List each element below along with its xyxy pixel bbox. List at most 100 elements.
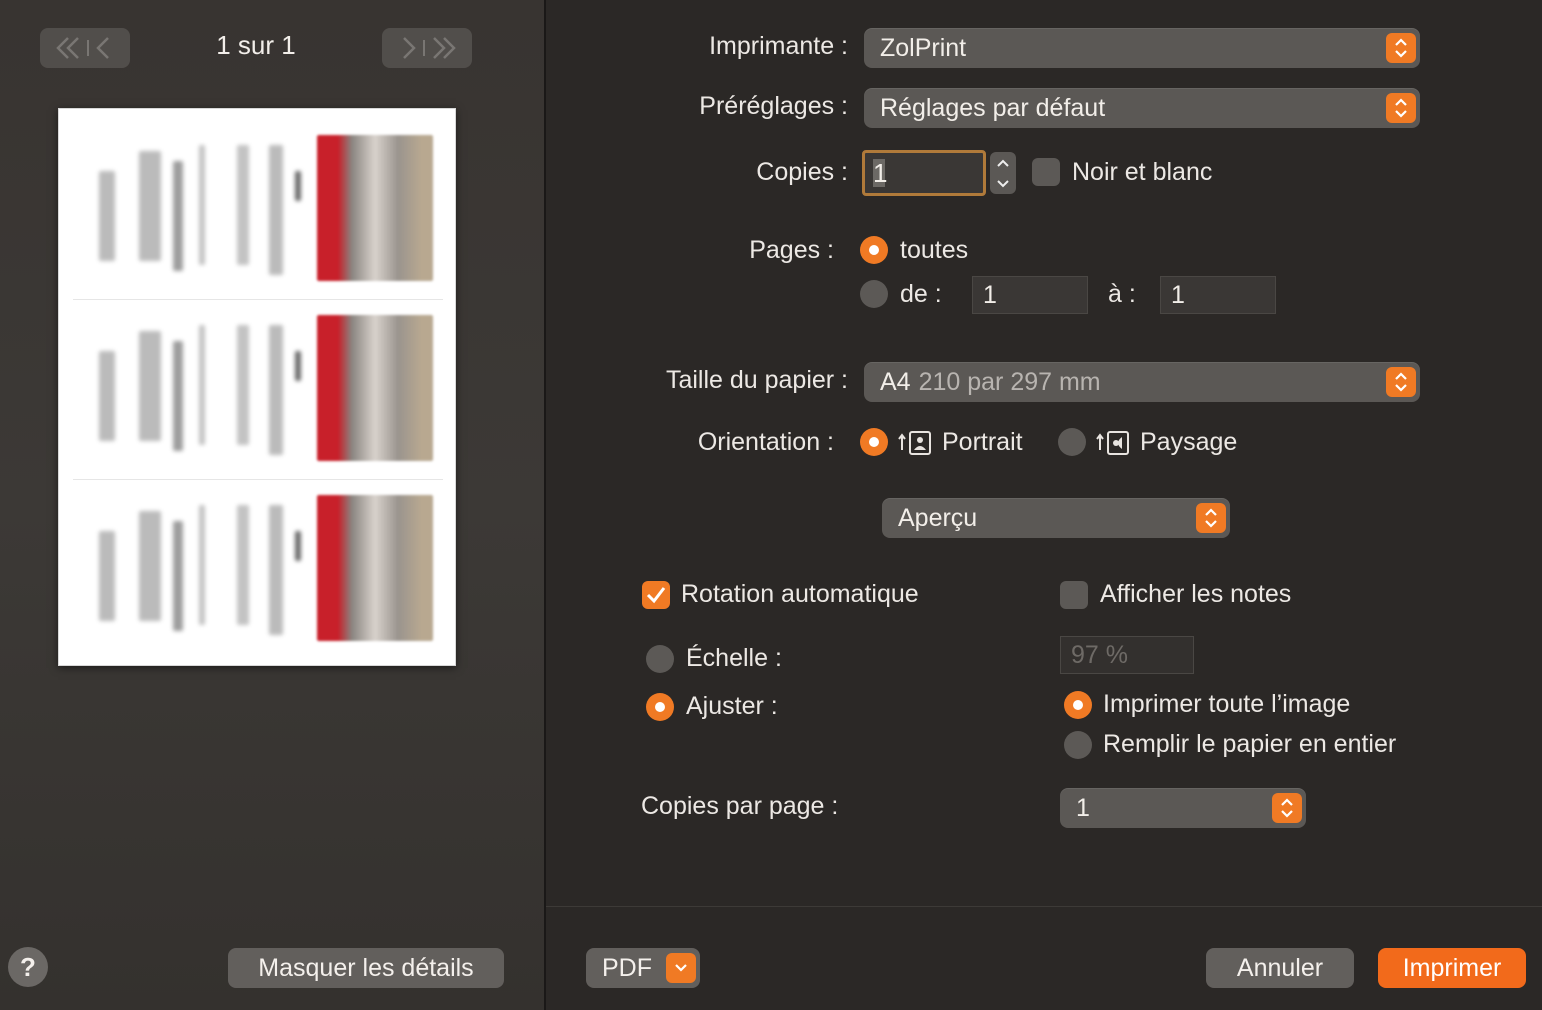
print-button[interactable]: Imprimer xyxy=(1378,948,1526,988)
show-notes-label: Afficher les notes xyxy=(1100,580,1292,608)
presets-popup[interactable]: Réglages par défaut xyxy=(864,88,1420,128)
card-title-block xyxy=(295,351,301,381)
orientation-label: Orientation : xyxy=(697,428,834,456)
thank-you-card xyxy=(59,481,455,661)
next-last-chevrons-icon xyxy=(403,37,456,59)
orientation-portrait-radio[interactable] xyxy=(860,428,888,456)
portrait-orientation-icon xyxy=(898,431,931,455)
card-text-block xyxy=(99,351,115,441)
app-section-popup[interactable]: Aperçu xyxy=(882,498,1230,538)
card-text-block xyxy=(199,505,205,625)
card-text-block xyxy=(269,145,283,275)
copies-field[interactable]: 1 xyxy=(862,150,986,196)
copies-per-page-value: 1 xyxy=(1076,793,1090,822)
pages-all-radio[interactable] xyxy=(860,236,888,264)
up-down-arrows-icon xyxy=(1386,367,1416,397)
card-title-block xyxy=(295,531,301,561)
printer-popup[interactable]: ZolPrint xyxy=(864,28,1420,68)
preview-pane: 1 sur 1 ? Masquer les détails xyxy=(0,0,544,1010)
copies-per-page-popup[interactable]: 1 xyxy=(1060,788,1306,828)
scale-radio[interactable] xyxy=(646,645,674,673)
black-white-checkbox[interactable] xyxy=(1032,158,1060,186)
card-text-block xyxy=(99,531,115,621)
pages-to-field[interactable]: 1 xyxy=(1160,276,1276,314)
app-section-value: Aperçu xyxy=(898,503,978,532)
orientation-portrait-label: Portrait xyxy=(942,428,1023,456)
portrait-photo xyxy=(317,495,433,641)
presets-value: Réglages par défaut xyxy=(880,93,1106,122)
pages-all-label: toutes xyxy=(900,236,969,264)
cancel-button[interactable]: Annuler xyxy=(1206,948,1354,988)
hide-details-button[interactable]: Masquer les détails xyxy=(228,948,504,988)
landscape-orientation-icon xyxy=(1096,431,1129,455)
pages-from-label: de : xyxy=(900,280,942,308)
chevron-down-icon xyxy=(666,953,696,983)
previous-page-buttons[interactable] xyxy=(40,28,130,68)
pdf-label: PDF xyxy=(602,953,652,982)
print-entire-image-label: Imprimer toute l’image xyxy=(1103,690,1351,718)
chevron-down-icon[interactable] xyxy=(996,179,1010,189)
fill-paper-label: Remplir le papier en entier xyxy=(1103,730,1397,758)
paper-size-detail: 210 par 297 mm xyxy=(918,367,1101,396)
black-white-label: Noir et blanc xyxy=(1072,158,1213,186)
fill-paper-radio[interactable] xyxy=(1064,731,1092,759)
printer-label: Imprimante : xyxy=(709,32,848,60)
scale-field[interactable]: 97 % xyxy=(1060,636,1194,674)
pages-from-field[interactable]: 1 xyxy=(972,276,1088,314)
show-notes-checkbox[interactable] xyxy=(1060,581,1088,609)
card-text-block xyxy=(269,505,283,635)
scale-label: Échelle : xyxy=(686,644,782,672)
checkmark-icon xyxy=(646,587,666,604)
card-text-block xyxy=(139,511,161,621)
card-name-block xyxy=(173,341,183,451)
pages-range-radio[interactable] xyxy=(860,280,888,308)
help-button[interactable]: ? xyxy=(8,947,48,987)
card-title-block xyxy=(295,171,301,201)
paper-size-popup[interactable]: A4 210 par 297 mm xyxy=(864,362,1420,402)
portrait-photo xyxy=(317,315,433,461)
thank-you-card xyxy=(59,121,455,301)
copies-per-page-label: Copies par page : xyxy=(641,792,839,820)
card-separator xyxy=(73,479,443,480)
thank-you-card xyxy=(59,301,455,481)
copies-label: Copies : xyxy=(756,158,848,186)
orientation-landscape-label: Paysage xyxy=(1140,428,1238,456)
orientation-landscape-radio[interactable] xyxy=(1058,428,1086,456)
pdf-menu-button[interactable]: PDF xyxy=(586,948,700,988)
card-text-block xyxy=(237,505,249,625)
copies-value: 1 xyxy=(873,157,888,188)
printer-value: ZolPrint xyxy=(880,33,967,62)
card-text-block xyxy=(199,145,205,265)
up-down-arrows-icon xyxy=(1386,93,1416,123)
card-text-block xyxy=(99,171,115,261)
copies-stepper[interactable] xyxy=(990,152,1016,194)
card-separator xyxy=(73,299,443,300)
auto-rotate-checkbox[interactable] xyxy=(642,581,670,609)
up-down-arrows-icon xyxy=(1272,793,1302,823)
card-text-block xyxy=(139,151,161,261)
up-down-arrows-icon xyxy=(1196,503,1226,533)
fit-radio[interactable] xyxy=(646,693,674,721)
card-text-block xyxy=(237,145,249,265)
card-text-block xyxy=(199,325,205,445)
page-counter: 1 sur 1 xyxy=(216,30,296,60)
card-text-block xyxy=(269,325,283,455)
card-name-block xyxy=(173,161,183,271)
auto-rotate-label: Rotation automatique xyxy=(681,580,919,608)
chevron-up-icon[interactable] xyxy=(996,158,1010,168)
page-preview-thumbnail xyxy=(58,108,456,666)
print-entire-image-radio[interactable] xyxy=(1064,691,1092,719)
presets-label: Préréglages : xyxy=(699,92,848,120)
first-previous-chevrons-icon xyxy=(56,37,109,59)
pages-label: Pages : xyxy=(749,236,834,264)
portrait-photo xyxy=(317,135,433,281)
card-text-block xyxy=(237,325,249,445)
footer-separator xyxy=(546,906,1542,907)
card-name-block xyxy=(173,521,183,631)
paper-size-value: A4 xyxy=(880,367,911,396)
next-page-buttons[interactable] xyxy=(382,28,472,68)
pages-to-label: à : xyxy=(1108,280,1136,308)
up-down-arrows-icon xyxy=(1386,33,1416,63)
paper-size-label: Taille du papier : xyxy=(665,366,848,394)
card-text-block xyxy=(139,331,161,441)
